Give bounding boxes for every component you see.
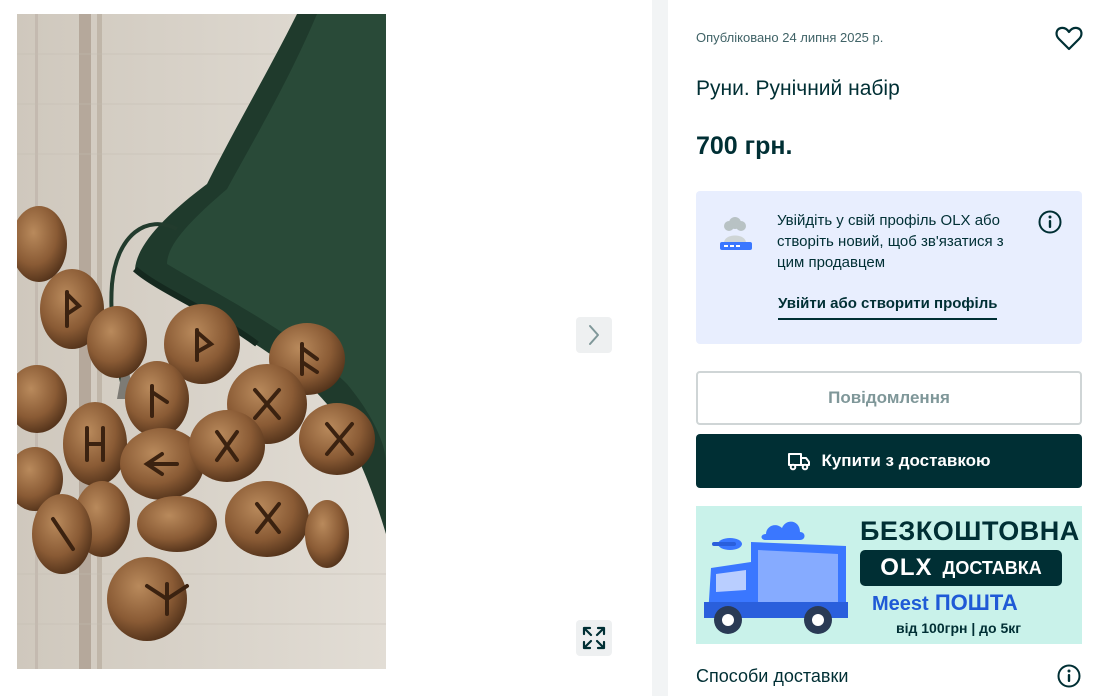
delivery-word: ДОСТАВКА xyxy=(942,557,1042,578)
post-word: ПОШТА xyxy=(934,590,1018,615)
listing-panel: Опубліковано 24 липня 2025 р. Руни. Руні… xyxy=(668,0,1102,696)
buy-button-label: Купити з доставкою xyxy=(821,451,991,470)
listing-price: 700 грн. xyxy=(696,132,793,160)
next-photo-button[interactable] xyxy=(576,317,612,353)
login-or-register-link[interactable]: Увійти або створити профіль xyxy=(778,295,998,320)
banner-headline: БЕЗКОШТОВНА xyxy=(860,516,1080,546)
olx-delivery-badge: OLX ДОСТАВКА xyxy=(860,550,1062,586)
chevron-right-icon xyxy=(589,325,599,345)
heart-icon xyxy=(1055,26,1083,51)
message-button[interactable]: Повідомлення xyxy=(696,371,1082,425)
listing-photo[interactable] xyxy=(17,14,386,669)
buy-with-delivery-button[interactable]: Купити з доставкою xyxy=(696,434,1082,488)
rune-stones-photo xyxy=(17,14,386,669)
info-icon[interactable] xyxy=(1037,209,1063,235)
truck-icon xyxy=(788,453,811,471)
login-prompt-card: Увійдіть у свій профіль OLX або створіть… xyxy=(696,191,1082,344)
favorite-button[interactable] xyxy=(1054,23,1084,53)
free-delivery-banner[interactable]: БЕЗКОШТОВНА OLX ДОСТАВКА Meest ПОШТА від… xyxy=(696,506,1082,644)
delivery-methods-heading: Способи доставки xyxy=(696,666,849,686)
delivery-truck-illustration xyxy=(704,521,848,634)
olx-logo: OLX xyxy=(880,554,933,581)
fullscreen-button[interactable] xyxy=(576,620,612,656)
meest-post-logo: Meest ПОШТА xyxy=(872,590,1018,616)
user-profile-icon xyxy=(720,217,752,250)
meest-brand: Meest xyxy=(872,593,929,615)
image-gallery xyxy=(0,0,652,696)
info-icon[interactable] xyxy=(1056,663,1082,689)
login-prompt-text: Увійдіть у свій профіль OLX або створіть… xyxy=(777,212,1004,271)
expand-icon xyxy=(582,626,606,650)
listing-title: Руни. Рунічний набір xyxy=(696,77,900,100)
column-divider xyxy=(652,0,668,696)
delivery-terms: від 100грн | до 5кг xyxy=(896,620,1022,636)
published-date: Опубліковано 24 липня 2025 р. xyxy=(696,30,884,45)
